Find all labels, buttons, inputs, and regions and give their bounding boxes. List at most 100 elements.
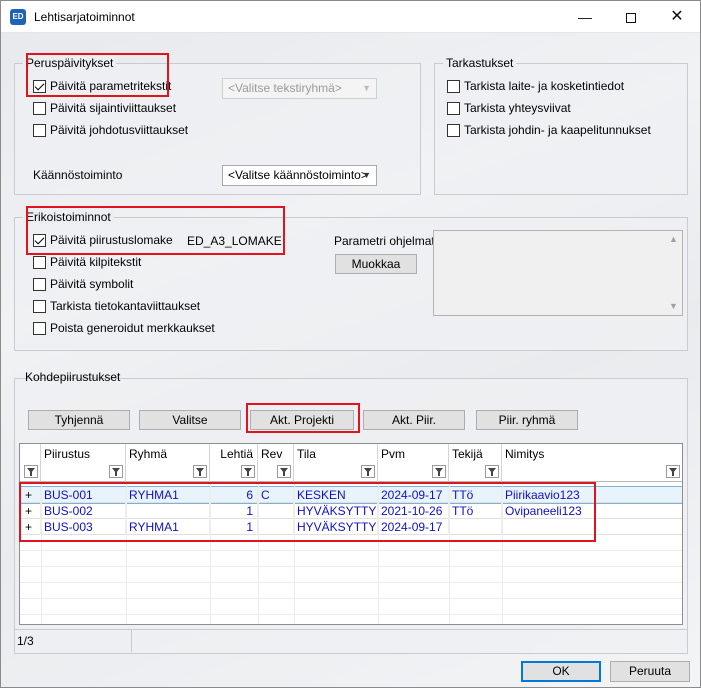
filter-icon[interactable] bbox=[109, 465, 123, 478]
cell-name bbox=[502, 519, 682, 535]
grid-header-group[interactable]: Ryhmä bbox=[126, 444, 210, 482]
dialog-window: ED Lehtisarjatoiminnot — ✕ Peruspäivityk… bbox=[0, 0, 701, 688]
cell-state: HYVÄKSYTTY bbox=[294, 503, 378, 519]
checkbox-icon bbox=[33, 277, 46, 291]
cell-sheets: 1 bbox=[210, 519, 258, 535]
empty-row bbox=[20, 551, 682, 567]
minimize-button[interactable]: — bbox=[562, 1, 608, 33]
empty-row bbox=[20, 567, 682, 583]
basic-updates-group: Peruspäivitykset Päivitä parametriteksti… bbox=[14, 56, 421, 195]
cell-date: 2021-10-26 bbox=[378, 503, 449, 519]
active-drawing-button[interactable]: Akt. Piir. bbox=[363, 410, 465, 430]
target-drawings-grid[interactable]: Piirustus Ryhmä Lehtiä Rev Tila Pvm Teki… bbox=[19, 443, 683, 625]
grid-header-author[interactable]: Tekijä bbox=[449, 444, 502, 482]
chevron-down-icon: ▼ bbox=[362, 83, 371, 93]
update-param-texts-checkbox[interactable]: Päivitä parametritekstit bbox=[33, 79, 171, 93]
cell-group: RYHMA1 bbox=[126, 487, 210, 503]
check-wire-ids-label: Tarkista johdin- ja kaapelitunnukset bbox=[464, 123, 651, 137]
check-connection-lines-label: Tarkista yhteysviivat bbox=[464, 101, 571, 115]
chevron-down-icon: ▼ bbox=[362, 170, 371, 180]
form-name-value: ED_A3_LOMAKE bbox=[187, 234, 282, 248]
cell-date: 2024-09-17 bbox=[378, 519, 449, 535]
grid-header-name[interactable]: Nimitys bbox=[502, 444, 682, 482]
filter-icon[interactable] bbox=[361, 465, 375, 478]
cell-author bbox=[449, 519, 502, 535]
title-bar[interactable]: ED Lehtisarjatoiminnot — ✕ bbox=[1, 1, 700, 33]
column-divider bbox=[126, 482, 127, 624]
drawing-group-button[interactable]: Piir. ryhmä bbox=[476, 410, 578, 430]
cell-drawing: BUS-002 bbox=[41, 503, 126, 519]
checkbox-icon bbox=[447, 123, 460, 137]
filter-icon[interactable] bbox=[24, 465, 38, 478]
column-label: Ryhmä bbox=[129, 447, 168, 461]
cell-rev bbox=[258, 503, 294, 519]
column-divider bbox=[294, 482, 295, 624]
remove-generated-markings-label: Poista generoidut merkkaukset bbox=[50, 321, 215, 335]
checkbox-icon bbox=[33, 321, 46, 335]
active-project-button[interactable]: Akt. Projekti bbox=[250, 410, 354, 430]
cell-name: Piirikaavio123 bbox=[505, 488, 580, 502]
param-programs-label: Parametri ohjelmat: bbox=[334, 234, 439, 248]
check-wire-ids-checkbox[interactable]: Tarkista johdin- ja kaapelitunnukset bbox=[447, 123, 651, 137]
cell-state: HYVÄKSYTTY bbox=[294, 519, 378, 535]
param-programs-scrollbar[interactable]: ▲ ▼ bbox=[665, 231, 682, 315]
param-programs-textarea[interactable]: ▲ ▼ bbox=[433, 230, 683, 316]
cell-state: KESKEN bbox=[294, 487, 378, 503]
update-symbols-checkbox[interactable]: Päivitä symbolit bbox=[33, 277, 133, 291]
grid-header-drawing[interactable]: Piirustus bbox=[41, 444, 126, 482]
row-marker: + bbox=[20, 503, 41, 519]
empty-row bbox=[20, 535, 682, 551]
check-connection-lines-checkbox[interactable]: Tarkista yhteysviivat bbox=[447, 101, 571, 115]
filter-icon[interactable] bbox=[432, 465, 446, 478]
edit-button[interactable]: Muokkaa bbox=[335, 254, 417, 274]
translation-select[interactable]: <Valitse käännöstoiminto> ▼ bbox=[222, 165, 377, 186]
update-nameplate-texts-label: Päivitä kilpitekstit bbox=[50, 255, 142, 269]
table-row[interactable]: + BUS-002 1 HYVÄKSYTTY 2021-10-26 TTö Ov… bbox=[20, 503, 682, 519]
cancel-button[interactable]: Peruuta bbox=[610, 661, 690, 682]
column-label: Nimitys bbox=[505, 447, 545, 461]
record-count: 1/3 bbox=[17, 634, 34, 648]
grid-header-date[interactable]: Pvm bbox=[378, 444, 449, 482]
table-row[interactable]: + BUS-001 RYHMA1 6 C KESKEN 2024-09-17 T… bbox=[20, 486, 682, 504]
filter-icon[interactable] bbox=[277, 465, 291, 478]
clear-button[interactable]: Tyhjennä bbox=[28, 410, 130, 430]
grid-header-rev[interactable]: Rev bbox=[258, 444, 294, 482]
checks-label: Tarkastukset bbox=[443, 56, 517, 70]
select-button[interactable]: Valitse bbox=[139, 410, 241, 430]
update-wiring-refs-checkbox[interactable]: Päivitä johdotusviittaukset bbox=[33, 123, 188, 137]
column-label: Tila bbox=[297, 447, 316, 461]
filter-icon[interactable] bbox=[241, 465, 255, 478]
remove-generated-markings-checkbox[interactable]: Poista generoidut merkkaukset bbox=[33, 321, 215, 335]
translation-label: Käännöstoiminto bbox=[33, 168, 123, 182]
target-drawings-label: Kohdepiirustukset bbox=[25, 370, 121, 384]
column-divider bbox=[449, 482, 450, 624]
ok-button[interactable]: OK bbox=[521, 661, 601, 682]
update-param-texts-label: Päivitä parametritekstit bbox=[50, 79, 172, 93]
column-label: Tekijä bbox=[452, 447, 483, 461]
grid-header-state[interactable]: Tila bbox=[294, 444, 378, 482]
filter-icon[interactable] bbox=[485, 465, 499, 478]
filter-icon[interactable] bbox=[666, 465, 680, 478]
grid-header-sheets[interactable]: Lehtiä bbox=[210, 444, 258, 482]
column-divider bbox=[210, 482, 211, 624]
update-drawing-form-label: Päivitä piirustuslomake bbox=[50, 233, 173, 247]
checkbox-icon bbox=[33, 101, 46, 115]
text-group-select[interactable]: <Valitse tekstiryhmä> ▼ bbox=[222, 78, 377, 99]
checkbox-icon bbox=[33, 123, 46, 137]
update-location-refs-checkbox[interactable]: Päivitä sijaintiviittaukset bbox=[33, 101, 176, 115]
check-db-refs-checkbox[interactable]: Tarkista tietokantaviittaukset bbox=[33, 299, 200, 313]
scroll-down-icon[interactable]: ▼ bbox=[665, 298, 682, 315]
update-nameplate-texts-checkbox[interactable]: Päivitä kilpitekstit bbox=[33, 255, 141, 269]
maximize-button[interactable] bbox=[608, 1, 654, 33]
cell-rev: C bbox=[258, 487, 294, 503]
column-label: Rev bbox=[261, 447, 283, 461]
table-row[interactable]: + BUS-003 RYHMA1 1 HYVÄKSYTTY 2024-09-17 bbox=[20, 519, 682, 535]
app-icon: ED bbox=[10, 9, 26, 25]
close-button[interactable]: ✕ bbox=[654, 1, 700, 33]
filter-icon[interactable] bbox=[193, 465, 207, 478]
update-location-refs-label: Päivitä sijaintiviittaukset bbox=[50, 101, 177, 115]
check-devices-checkbox[interactable]: Tarkista laite- ja kosketintiedot bbox=[447, 79, 624, 93]
scroll-up-icon[interactable]: ▲ bbox=[665, 231, 682, 248]
status-divider bbox=[131, 630, 132, 652]
update-drawing-form-checkbox[interactable]: Päivitä piirustuslomake bbox=[33, 233, 173, 247]
